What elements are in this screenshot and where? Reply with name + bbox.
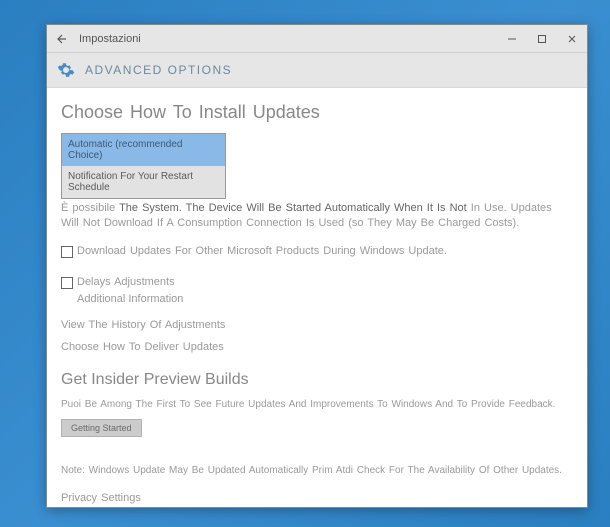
back-button[interactable] (47, 25, 75, 53)
install-description: È possibile The System. The Device Will … (61, 201, 573, 231)
update-note: Note: Windows Update May Be Updated Auto… (61, 465, 573, 476)
insider-description: Puoi Be Among The First To See Future Up… (61, 399, 573, 410)
checkbox-other-products-label: Download Updates For Other Microsoft Pro… (77, 245, 447, 257)
gear-icon (57, 61, 75, 79)
back-arrow-icon (55, 33, 67, 45)
privacy-link[interactable]: Privacy Settings (61, 492, 573, 504)
dropdown-option-automatic[interactable]: Automatic (recommended Choice) (62, 134, 225, 166)
maximize-icon (537, 34, 547, 44)
desc-line1: The System. The Device Will Be Started A… (119, 202, 467, 214)
section-insider-title: Get Insider Preview Builds (61, 371, 573, 389)
page-title: ADVANCED OPTIONS (85, 63, 232, 77)
link-delivery[interactable]: Choose How To Deliver Updates (61, 341, 573, 353)
checkbox-delays-label: Delays Adjustments (77, 276, 175, 288)
window-controls (497, 25, 587, 52)
page-header: ADVANCED OPTIONS (47, 53, 587, 88)
checkbox-other-products[interactable] (61, 246, 73, 258)
minimize-button[interactable] (497, 25, 527, 53)
content-area: Choose How To Install Updates Automatic … (47, 88, 587, 507)
checkbox-delays-row[interactable]: Delays Adjustments (61, 276, 573, 289)
checkbox-delays[interactable] (61, 277, 73, 289)
section-install-title: Choose How To Install Updates (61, 102, 573, 123)
install-mode-dropdown[interactable]: Automatic (recommended Choice) Notificat… (61, 133, 226, 199)
checkbox-other-products-row[interactable]: Download Updates For Other Microsoft Pro… (61, 245, 573, 258)
settings-window: Impostazioni ADVANCED OPTIONS Choose How… (46, 24, 588, 508)
maximize-button[interactable] (527, 25, 557, 53)
link-history[interactable]: View The History Of Adjustments (61, 319, 573, 331)
minimize-icon (507, 34, 517, 44)
delays-sublabel[interactable]: Additional Information (77, 293, 573, 305)
close-button[interactable] (557, 25, 587, 53)
close-icon (567, 34, 577, 44)
getting-started-button[interactable]: Getting Started (61, 419, 142, 437)
titlebar: Impostazioni (47, 25, 587, 53)
dropdown-option-notification[interactable]: Notification For Your Restart Schedule (62, 166, 225, 198)
window-title: Impostazioni (75, 33, 497, 45)
desc-prefix: È possibile (61, 202, 115, 214)
